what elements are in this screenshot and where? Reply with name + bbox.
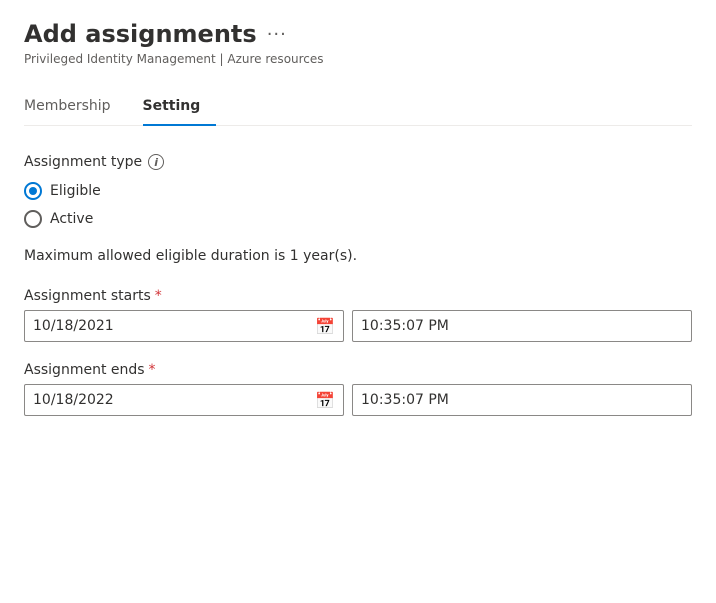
assignment-starts-group: Assignment starts * 📅	[24, 288, 692, 342]
assignment-ends-time-wrapper	[352, 384, 692, 416]
assignment-ends-calendar-icon[interactable]: 📅	[315, 391, 335, 410]
assignment-ends-date-input[interactable]	[33, 392, 315, 408]
assignment-ends-inputs: 📅	[24, 384, 692, 416]
tab-setting[interactable]: Setting	[143, 90, 217, 126]
more-options-button[interactable]: ···	[267, 24, 287, 45]
assignment-ends-group: Assignment ends * 📅	[24, 362, 692, 416]
radio-active[interactable]: Active	[24, 210, 692, 228]
assignment-type-radio-group: Eligible Active	[24, 182, 692, 228]
radio-eligible-indicator	[29, 187, 37, 195]
radio-active-button[interactable]	[24, 210, 42, 228]
radio-eligible-button[interactable]	[24, 182, 42, 200]
page-title: Add assignments	[24, 20, 257, 48]
assignment-type-info-icon[interactable]: i	[148, 154, 164, 170]
radio-active-label: Active	[50, 211, 93, 227]
assignment-starts-date-input[interactable]	[33, 318, 315, 334]
assignment-starts-calendar-icon[interactable]: 📅	[315, 317, 335, 336]
assignment-ends-label: Assignment ends *	[24, 362, 692, 378]
assignment-starts-inputs: 📅	[24, 310, 692, 342]
assignment-ends-date-wrapper: 📅	[24, 384, 344, 416]
assignment-starts-date-wrapper: 📅	[24, 310, 344, 342]
tab-membership[interactable]: Membership	[24, 90, 127, 126]
assignment-starts-required: *	[155, 288, 162, 304]
radio-eligible[interactable]: Eligible	[24, 182, 692, 200]
assignment-ends-required: *	[149, 362, 156, 378]
radio-eligible-label: Eligible	[50, 183, 101, 199]
assignment-starts-time-wrapper	[352, 310, 692, 342]
assignment-ends-time-input[interactable]	[361, 392, 683, 408]
assignment-starts-time-input[interactable]	[361, 318, 683, 334]
assignment-type-label: Assignment type i	[24, 154, 692, 170]
assignment-starts-label: Assignment starts *	[24, 288, 692, 304]
page-subtitle: Privileged Identity Management | Azure r…	[24, 52, 692, 66]
assignment-ends-label-text: Assignment ends	[24, 362, 145, 378]
assignment-starts-label-text: Assignment starts	[24, 288, 151, 304]
assignment-type-text: Assignment type	[24, 154, 142, 170]
tab-bar: Membership Setting	[24, 90, 692, 126]
page-header: Add assignments ···	[24, 20, 692, 48]
duration-info-text: Maximum allowed eligible duration is 1 y…	[24, 248, 692, 264]
